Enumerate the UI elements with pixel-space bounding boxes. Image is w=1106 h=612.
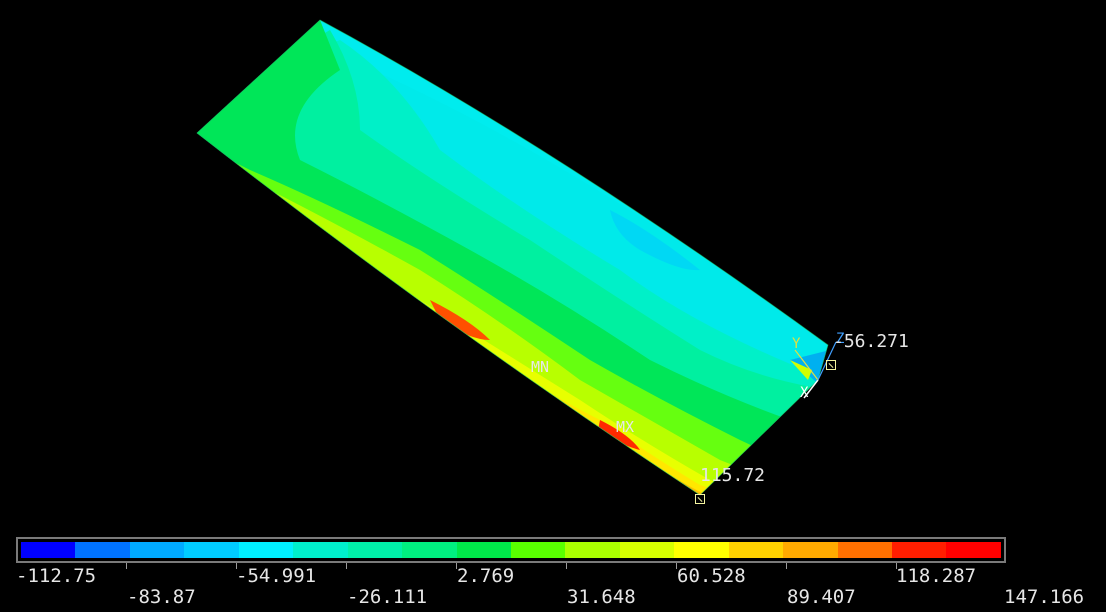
contour-band — [197, 20, 828, 495]
legend-swatch — [21, 542, 76, 558]
legend-swatch — [184, 542, 239, 558]
legend-swatch — [619, 542, 675, 558]
legend-swatch — [565, 542, 620, 558]
node-value-bottom: 115.72 — [700, 465, 766, 486]
legend-tick — [346, 563, 347, 569]
legend-swatch — [728, 542, 784, 558]
legend-swatch — [892, 542, 947, 558]
legend-swatch — [402, 542, 457, 558]
legend-tick — [126, 563, 127, 569]
legend-swatch — [75, 542, 130, 558]
max-marker-label: MX — [616, 418, 635, 436]
legend-label-top: 60.528 — [677, 565, 746, 587]
legend-swatch — [129, 542, 185, 558]
legend-label-bottom: 147.166 — [1004, 586, 1085, 608]
legend-label-top: -54.991 — [236, 565, 317, 587]
node-marker-max-value — [695, 494, 705, 504]
node-marker-min-value — [826, 360, 836, 370]
legend-label-top: -112.75 — [16, 565, 97, 587]
legend-swatch — [293, 542, 348, 558]
contour-plot-viewport — [196, 19, 837, 496]
legend-swatch — [347, 542, 403, 558]
legend-swatch — [456, 542, 511, 558]
contour-plate — [197, 20, 828, 495]
legend-tick — [566, 563, 567, 569]
legend-swatch — [674, 542, 729, 558]
legend-swatch — [510, 542, 566, 558]
legend-label-top: 2.769 — [457, 565, 515, 587]
legend-swatch — [783, 542, 838, 558]
legend-label-bottom: -26.111 — [347, 586, 428, 608]
legend-label-bottom: 31.648 — [567, 586, 636, 608]
legend-swatch — [946, 542, 1001, 558]
node-value-top: -56.271 — [833, 331, 909, 352]
legend-swatch — [837, 542, 892, 558]
legend-label-bottom: -83.87 — [127, 586, 196, 608]
triad-x-label: X — [800, 385, 809, 401]
legend-label-top: 118.287 — [896, 565, 977, 587]
legend-swatch — [238, 542, 294, 558]
triad-y-label: Y — [792, 336, 801, 352]
legend-tick — [786, 563, 787, 569]
min-marker-label: MN — [531, 358, 550, 376]
legend-label-bottom: 89.407 — [787, 586, 856, 608]
color-legend-bar — [16, 537, 1006, 563]
